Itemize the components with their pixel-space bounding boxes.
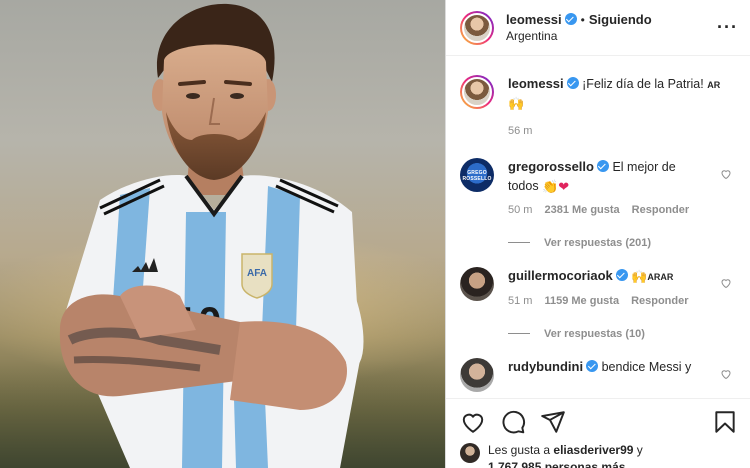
post-header: leomessi • Siguiendo Argentina ···	[446, 0, 750, 56]
reply-button[interactable]: Responder	[631, 294, 688, 310]
liked-by: Les gusta a eliasderiver99 y 1.767.985 p…	[460, 442, 643, 468]
caption-username[interactable]: leomessi	[508, 76, 564, 91]
comment-likes[interactable]: 2381 Me gusta	[544, 203, 619, 219]
author-avatar[interactable]	[460, 10, 494, 45]
liker-username[interactable]: eliasderiver99	[553, 443, 633, 457]
comment-time[interactable]: 51 m	[508, 294, 532, 310]
verified-icon	[564, 12, 577, 25]
commenter-avatar[interactable]	[460, 266, 494, 301]
raising-hands-emoji: 🙌	[631, 268, 648, 284]
comment-heart-icon[interactable]	[720, 368, 732, 380]
liked-by-prefix: Les gusta a	[488, 443, 551, 457]
verified-icon	[615, 268, 628, 281]
post-location[interactable]: Argentina	[506, 28, 652, 44]
badge-text: AFA	[247, 268, 267, 279]
bookmark-icon[interactable]	[712, 409, 738, 435]
comment-item: rudybundini bendice Messi y	[460, 357, 736, 392]
comment-tag: ARAR	[647, 271, 674, 282]
comment-username[interactable]: guillermocoriaok	[508, 268, 613, 283]
caption-tag: AR	[707, 80, 721, 90]
comment-text-cont: todos	[508, 178, 539, 193]
liked-by-suffix: y	[636, 443, 643, 457]
comment-heart-icon[interactable]	[720, 277, 732, 289]
comment-time[interactable]: 50 m	[508, 203, 532, 219]
comment-text: El mejor de	[612, 159, 676, 174]
post-actions	[446, 398, 750, 446]
caption-avatar[interactable]	[460, 75, 494, 109]
post-photo[interactable]: AFA 10	[0, 0, 445, 468]
likes-count[interactable]: 1.767.985 personas más	[488, 460, 625, 468]
post-side-panel: leomessi • Siguiendo Argentina ··· leomess…	[445, 0, 750, 468]
liker-avatar[interactable]	[460, 443, 480, 463]
following-button[interactable]: Siguiendo	[589, 12, 652, 27]
heart-icon[interactable]	[460, 409, 486, 435]
comment-item: GREGO ROSSELLO gregorossello El mejor de…	[460, 157, 736, 219]
send-icon[interactable]	[540, 409, 566, 435]
author-username[interactable]: leomessi	[506, 12, 562, 27]
comment-item: guillermocoriaok 🙌ARAR 51 m 1159 Me gust…	[460, 266, 736, 310]
comment-likes[interactable]: 1159 Me gusta	[544, 294, 619, 310]
comment-icon[interactable]	[500, 409, 526, 435]
comments-list[interactable]: leomessi ¡Feliz día de la Patria! AR 🙌 5…	[446, 57, 750, 398]
raising-hands-emoji: 🙌	[508, 95, 525, 111]
comment-heart-icon[interactable]	[720, 168, 732, 180]
view-replies-button[interactable]: Ver respuestas (201)	[508, 237, 736, 249]
comment-username[interactable]: rudybundini	[508, 359, 583, 374]
verified-icon	[596, 159, 609, 172]
avatar-text: GREGO ROSSELLO	[462, 169, 492, 182]
dot-separator: •	[580, 12, 585, 27]
caption-text: ¡Feliz día de la Patria!	[582, 77, 704, 91]
verified-icon	[566, 77, 579, 89]
instagram-post-view: AFA 10 leomessi • Siguiendo Argentina ···	[0, 0, 750, 468]
caption: leomessi ¡Feliz día de la Patria! AR 🙌 5…	[460, 75, 736, 140]
view-replies-label: Ver respuestas (10)	[544, 327, 645, 340]
comment-username[interactable]: gregorossello	[508, 159, 594, 174]
commenter-avatar[interactable]: GREGO ROSSELLO	[460, 157, 494, 192]
clap-heart-emoji: 👏❤	[542, 178, 570, 194]
verified-icon	[586, 359, 599, 372]
view-replies-label: Ver respuestas (201)	[544, 236, 652, 249]
messi-illustration: AFA 10	[0, 3, 445, 468]
commenter-avatar[interactable]	[460, 357, 494, 392]
caption-time[interactable]: 56 m	[508, 124, 532, 140]
comment-text: bendice Messi y	[601, 359, 692, 374]
view-replies-button[interactable]: Ver respuestas (10)	[508, 328, 736, 340]
more-horizontal-icon[interactable]: ···	[717, 17, 738, 38]
reply-button[interactable]: Responder	[632, 203, 689, 219]
